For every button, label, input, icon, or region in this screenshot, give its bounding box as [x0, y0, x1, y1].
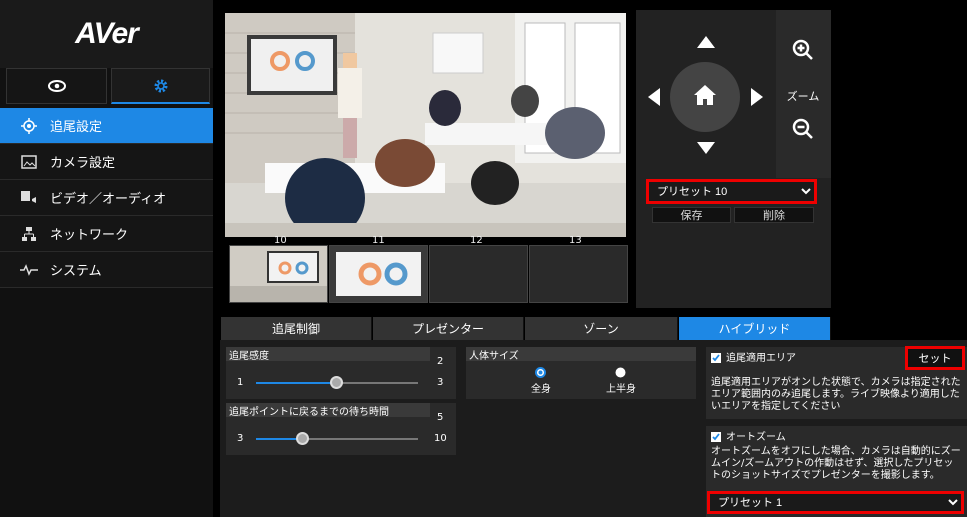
- pan-right-icon[interactable]: [751, 88, 763, 106]
- tab-hybrid[interactable]: ハイブリッド: [679, 317, 831, 340]
- pan-left-icon[interactable]: [648, 88, 660, 106]
- radio-full-body[interactable]: [535, 367, 546, 378]
- tracking-area-description: 追尾適用エリアがオンした状態で、カメラは指定されたエリア範囲内のみ追尾します。ラ…: [711, 377, 961, 412]
- radio-upper-body-label: 上半身: [606, 384, 636, 395]
- aver-logo: AVer: [75, 17, 139, 50]
- zone-thumbnail[interactable]: [529, 245, 628, 303]
- zoom-label: ズーム: [786, 90, 820, 103]
- sidebar-item-label: ネットワーク: [50, 228, 129, 243]
- radio-full-body-label: 全身: [531, 384, 551, 395]
- zone-thumbnail[interactable]: [429, 245, 528, 303]
- sidebar-item-camera[interactable]: カメラ設定: [0, 144, 213, 180]
- zone-thumbnail[interactable]: [329, 245, 428, 303]
- tab-tracking-control[interactable]: 追尾制御: [221, 317, 372, 340]
- zone-thumbnail[interactable]: [229, 245, 328, 303]
- tracking-area-label: 追尾適用エリア: [726, 353, 796, 364]
- tab-zone[interactable]: ゾーン: [525, 317, 678, 340]
- eye-icon: [47, 80, 66, 92]
- pan-down-icon[interactable]: [697, 142, 715, 154]
- home-icon: [694, 85, 716, 105]
- wait-time-slider-knob[interactable]: [296, 432, 309, 445]
- sidebar-item-network[interactable]: ネットワーク: [0, 216, 213, 252]
- auto-zoom-label: オートズーム: [726, 432, 786, 443]
- delete-preset-button[interactable]: 削除: [734, 207, 814, 223]
- wait-time-max: 10: [434, 433, 447, 444]
- sensitivity-value: 2: [437, 356, 444, 367]
- wait-time-value: 5: [437, 412, 444, 423]
- sidebar-item-label: ビデオ／オーディオ: [50, 192, 167, 207]
- sensitivity-min: 1: [237, 377, 244, 388]
- video-audio-icon: [20, 189, 38, 207]
- auto-zoom-description: オートズームをオフにした場合、カメラは自動的にズームイン/ズームアウトの作動はせ…: [711, 446, 961, 481]
- zoom-out-icon[interactable]: [792, 118, 814, 140]
- gear-icon: [154, 79, 167, 92]
- live-video-preview[interactable]: [225, 13, 626, 237]
- zone-thumbnails: [225, 245, 628, 305]
- logo-area: AVer: [0, 0, 213, 68]
- sidebar-item-label: システム: [50, 264, 102, 279]
- sensitivity-max: 3: [437, 377, 444, 388]
- body-size-title: 人体サイズ: [466, 347, 696, 362]
- tracking-area-checkbox[interactable]: [711, 353, 721, 363]
- home-button[interactable]: [670, 62, 740, 132]
- ptz-preset-select[interactable]: プリセット 10: [646, 179, 817, 204]
- view-mode-tab[interactable]: [6, 68, 107, 104]
- wait-time-min: 3: [237, 433, 244, 444]
- sensitivity-title: 追尾感度: [226, 347, 430, 362]
- sensitivity-slider-fill: [256, 382, 337, 384]
- sensitivity-slider-knob[interactable]: [330, 376, 343, 389]
- auto-zoom-checkbox[interactable]: [711, 432, 721, 442]
- save-preset-button[interactable]: 保存: [652, 207, 731, 223]
- settings-mode-tab[interactable]: [111, 68, 210, 104]
- zoom-in-icon[interactable]: [792, 39, 814, 61]
- network-icon: [20, 225, 38, 243]
- sidebar-item-video-audio[interactable]: ビデオ／オーディオ: [0, 180, 213, 216]
- image-icon: [20, 153, 38, 171]
- tab-presenter[interactable]: プレゼンター: [373, 317, 524, 340]
- set-area-button[interactable]: セット: [905, 346, 965, 370]
- radio-upper-body[interactable]: [615, 367, 626, 378]
- sidebar-item-label: カメラ設定: [50, 156, 116, 171]
- sidebar-item-label: 追尾設定: [50, 120, 103, 135]
- auto-zoom-preset-select[interactable]: プリセット 1: [707, 491, 964, 514]
- pulse-icon: [20, 261, 38, 279]
- thumbnail-image: [230, 246, 327, 302]
- wait-time-title: 追尾ポイントに戻るまでの待ち時間: [226, 403, 430, 418]
- sidebar-item-tracking[interactable]: 追尾設定: [0, 108, 213, 144]
- thumbnail-image: [330, 246, 427, 302]
- classroom-scene-image: [225, 13, 626, 237]
- sidebar-item-system[interactable]: システム: [0, 252, 213, 288]
- pan-up-icon[interactable]: [697, 36, 715, 48]
- tracking-icon: [20, 117, 38, 135]
